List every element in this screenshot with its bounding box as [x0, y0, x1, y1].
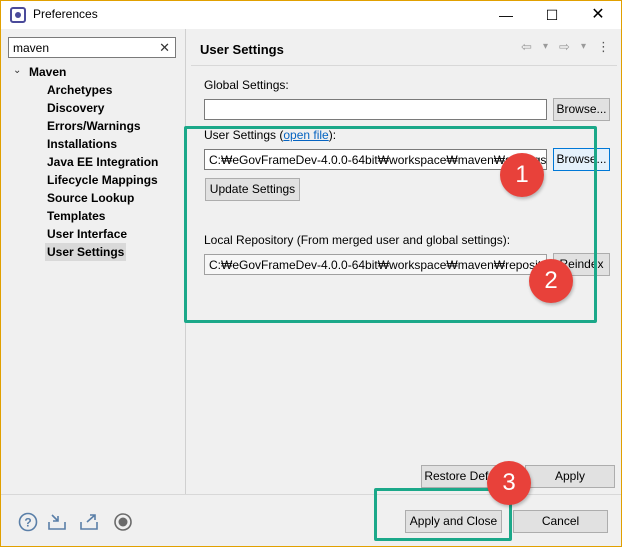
tree-item-source-lookup[interactable]: Source Lookup — [45, 189, 136, 207]
import-icon[interactable] — [47, 512, 67, 532]
global-settings-label: Global Settings: — [204, 78, 289, 92]
more-menu-icon[interactable]: ⋮ — [597, 39, 610, 55]
record-icon[interactable] — [113, 512, 133, 532]
tree-item-discovery[interactable]: Discovery — [45, 99, 106, 117]
tree-item-templates[interactable]: Templates — [45, 207, 107, 225]
tree-item-errors-warnings[interactable]: Errors/Warnings — [45, 117, 143, 135]
footer-separator — [1, 494, 621, 495]
help-icon[interactable]: ? — [18, 512, 38, 532]
export-icon[interactable] — [79, 512, 99, 532]
app-icon — [10, 7, 26, 23]
maximize-button[interactable]: ☐ — [529, 1, 575, 29]
tree-item-lifecycle-mappings[interactable]: Lifecycle Mappings — [45, 171, 160, 189]
global-settings-field[interactable] — [204, 99, 547, 120]
tree-item-user-interface[interactable]: User Interface — [45, 225, 129, 243]
tree-item-java-ee-integration[interactable]: Java EE Integration — [45, 153, 160, 171]
tree-item-installations[interactable]: Installations — [45, 135, 119, 153]
apply-button[interactable]: Apply — [525, 465, 615, 488]
preferences-window: Preferences — ☐ ✕ maven ✕ ⌄ Maven Archet… — [0, 0, 622, 547]
tree-item-user-settings[interactable]: User Settings — [45, 243, 127, 261]
forward-menu-icon[interactable]: ▾ — [581, 41, 586, 52]
step-badge-2: 2 — [529, 259, 573, 303]
step-badge-3: 3 — [487, 461, 531, 505]
page-title: User Settings — [200, 42, 284, 57]
close-button[interactable]: ✕ — [575, 1, 621, 29]
page-navigation: ⇦ ▾ ⇨ ▾ ⋮ — [521, 39, 611, 57]
clear-filter-icon[interactable]: ✕ — [159, 40, 170, 56]
step-badge-1: 1 — [500, 153, 544, 197]
header-separator — [191, 65, 617, 66]
title-bar: Preferences — ☐ ✕ — [1, 1, 621, 29]
back-menu-icon[interactable]: ▾ — [543, 41, 548, 52]
cancel-button[interactable]: Cancel — [513, 510, 608, 533]
chevron-down-icon[interactable]: ⌄ — [13, 65, 21, 76]
filter-value: maven — [13, 41, 50, 55]
minimize-button[interactable]: — — [483, 1, 529, 29]
back-arrow-icon[interactable]: ⇦ — [521, 39, 532, 55]
tree-item-archetypes[interactable]: Archetypes — [45, 81, 114, 99]
window-title: Preferences — [33, 7, 98, 21]
tree-item-label: Maven — [29, 65, 67, 79]
filter-input[interactable]: maven ✕ — [8, 37, 176, 58]
svg-text:?: ? — [24, 516, 31, 530]
global-browse-button[interactable]: Browse... — [553, 98, 610, 121]
forward-arrow-icon[interactable]: ⇨ — [559, 39, 570, 55]
